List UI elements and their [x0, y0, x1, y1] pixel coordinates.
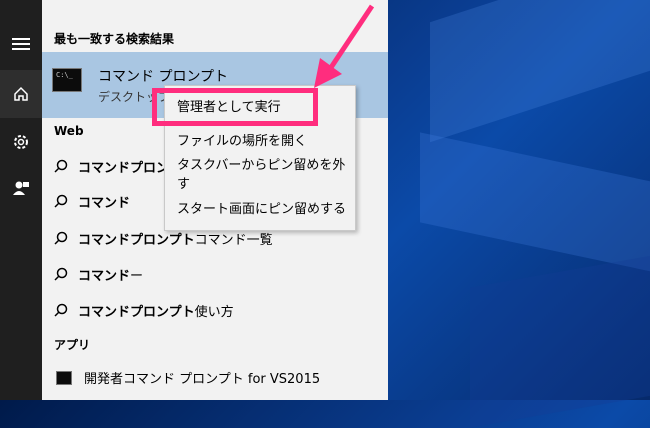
menu-item-unpin-taskbar[interactable]: タスクバーからピン留めを外す	[165, 158, 355, 192]
callout-arrow	[314, 4, 375, 88]
highlight-box	[152, 88, 318, 126]
app-result-label: 開発者コマンド プロンプト for VS2015	[84, 372, 321, 387]
search-icon	[54, 303, 68, 317]
desktop-beam	[430, 0, 650, 143]
hamburger-icon[interactable]	[0, 20, 42, 68]
web-result-bold: コマンドプロンプト	[78, 304, 195, 320]
menu-item-pin-start[interactable]: スタート画面にピン留めする	[165, 192, 355, 222]
best-match-header: 最も一致する検索結果	[54, 32, 175, 46]
web-result[interactable]: コマンドプロンプト 使い方	[54, 300, 234, 320]
search-icon	[54, 267, 68, 281]
gear-icon[interactable]	[0, 118, 42, 166]
web-result[interactable]: コマンドー	[54, 264, 143, 284]
web-result[interactable]: コマンドプロンプト コマンド一覧	[54, 228, 273, 248]
section-web: Web	[54, 124, 84, 138]
web-result[interactable]: コマンドプロンプ	[54, 156, 182, 176]
section-apps: アプリ	[54, 338, 91, 352]
app-result[interactable]: 開発者コマンド プロンプト for VS2015	[56, 368, 320, 387]
desktop-beam	[470, 252, 650, 428]
web-result-rest: ー	[130, 268, 144, 284]
search-icon	[54, 194, 68, 208]
cmd-icon: C:\_	[52, 68, 82, 92]
web-result[interactable]: コマンド	[54, 191, 130, 211]
search-icon	[54, 231, 68, 245]
web-result-rest: 使い方	[194, 304, 234, 320]
web-result-bold: コマンド	[78, 195, 131, 211]
best-match-title: コマンド プロンプト	[98, 69, 229, 85]
web-result-rest: コマンド一覧	[194, 232, 273, 248]
web-result-bold: コマンドプロンプト	[78, 232, 195, 248]
home-icon[interactable]	[0, 70, 42, 118]
search-icon	[54, 159, 68, 173]
menu-item-open-file-location[interactable]: ファイルの場所を開く	[165, 124, 355, 154]
feedback-icon[interactable]	[0, 164, 42, 212]
dev-cmd-icon	[56, 370, 72, 385]
web-result-bold: コマンド	[78, 268, 131, 284]
desktop-beam	[420, 132, 650, 278]
start-rail	[0, 0, 42, 400]
